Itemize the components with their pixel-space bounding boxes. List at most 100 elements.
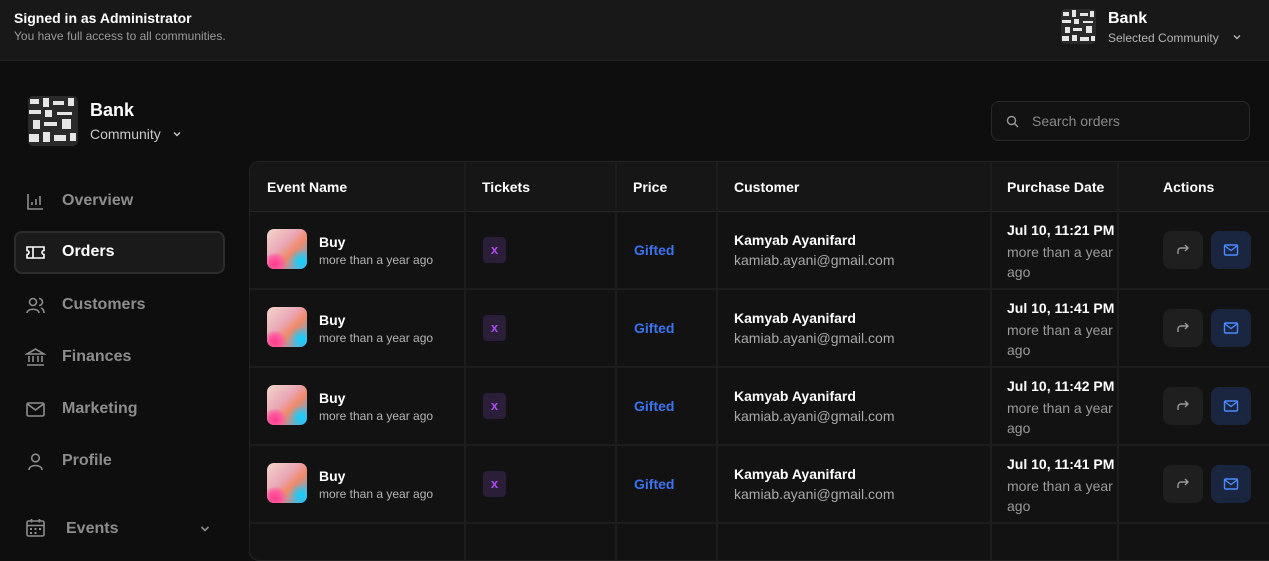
event-thumbnail [267, 307, 307, 347]
column-header-price[interactable]: Price [633, 179, 667, 195]
calendar-icon [26, 519, 45, 537]
price-value: Gifted [634, 398, 675, 414]
forward-icon [1177, 478, 1189, 488]
customer-name: Kamyab Ayanifard [734, 466, 856, 482]
customer-email: kamiab.ayani@gmail.com [734, 486, 895, 502]
purchase-relative: more than a year ago [1007, 244, 1113, 280]
forward-icon [1177, 244, 1189, 254]
sidebar-item-events[interactable]: Events [14, 506, 225, 549]
table-row[interactable]: Buy more than a year ago x Gifted Kamyab… [250, 368, 1269, 446]
price-value: Gifted [634, 320, 675, 336]
email-button[interactable] [1211, 231, 1251, 269]
mail-icon [1223, 244, 1239, 256]
price-value: Gifted [634, 242, 675, 258]
email-button[interactable] [1211, 465, 1251, 503]
sidebar-item-label: Events [66, 520, 119, 537]
ticket-badge: x [483, 237, 506, 263]
event-name: Buy [319, 312, 346, 328]
sidebar-item-label: Overview [62, 192, 134, 209]
purchase-date: Jul 10, 11:41 PM [1007, 456, 1115, 472]
forward-button[interactable] [1163, 309, 1203, 347]
forward-icon [1177, 400, 1189, 410]
table-row[interactable]: Buy more than a year ago x Gifted Kamyab… [250, 212, 1269, 290]
column-header-event-name[interactable]: Event Name [267, 179, 347, 195]
community-avatar [1061, 9, 1096, 44]
ticket-badge: x [483, 393, 506, 419]
customer-name: Kamyab Ayanifard [734, 232, 856, 248]
column-header-tickets[interactable]: Tickets [482, 179, 530, 195]
sidebar-community-name: Bank [90, 100, 135, 120]
mail-icon [1223, 400, 1239, 412]
customer-email: kamiab.ayani@gmail.com [734, 252, 895, 268]
community-label: Selected Community [1108, 31, 1219, 45]
forward-button[interactable] [1163, 231, 1203, 269]
customer-email: kamiab.ayani@gmail.com [734, 408, 895, 424]
purchase-relative: more than a year ago [1007, 400, 1113, 436]
community-avatar [28, 96, 78, 146]
user-icon [28, 453, 43, 471]
search-box[interactable] [991, 101, 1250, 141]
sidebar-item-orders[interactable]: Orders [14, 231, 225, 274]
forward-icon [1177, 322, 1189, 332]
chart-icon [27, 194, 43, 210]
purchase-date: Jul 10, 11:42 PM [1007, 378, 1115, 394]
community-switcher[interactable]: Bank Selected Community [1061, 9, 1261, 49]
mail-icon [1223, 322, 1239, 334]
table-row[interactable]: Buy more than a year ago x Gifted Kamyab… [250, 446, 1269, 524]
signed-in-text: Signed in as Administrator [14, 10, 192, 26]
event-time: more than a year ago [319, 487, 434, 501]
ticket-icon [26, 246, 45, 259]
event-name: Buy [319, 390, 346, 406]
community-name: Bank [1108, 10, 1148, 27]
sidebar-item-marketing[interactable]: Marketing [14, 388, 225, 431]
email-button[interactable] [1211, 387, 1251, 425]
purchase-date: Jul 10, 11:41 PM [1007, 300, 1115, 316]
sidebar-item-label: Orders [62, 243, 115, 260]
sidebar-community[interactable]: Bank Community [28, 96, 228, 146]
event-thumbnail [267, 385, 307, 425]
customer-name: Kamyab Ayanifard [734, 310, 856, 326]
event-time: more than a year ago [319, 331, 434, 345]
sidebar-community-type: Community [90, 126, 161, 142]
sidebar-item-label: Finances [62, 348, 132, 365]
event-time: more than a year ago [319, 253, 434, 267]
forward-button[interactable] [1163, 465, 1203, 503]
sidebar-item-customers[interactable]: Customers [14, 284, 225, 327]
event-name: Buy [319, 468, 346, 484]
top-bar: Signed in as Administrator You have full… [0, 0, 1269, 61]
forward-button[interactable] [1163, 387, 1203, 425]
mail-icon [1223, 478, 1239, 490]
ticket-badge: x [483, 315, 506, 341]
chevron-down-icon [200, 526, 210, 532]
customer-name: Kamyab Ayanifard [734, 388, 856, 404]
chevron-down-icon [173, 132, 181, 137]
access-note: You have full access to all communities. [14, 29, 226, 43]
table-row[interactable]: Buy more than a year ago x Gifted Kamyab… [250, 290, 1269, 368]
ticket-badge: x [483, 471, 506, 497]
sidebar-item-label: Customers [62, 296, 146, 313]
purchase-relative: more than a year ago [1007, 478, 1113, 514]
sidebar-item-label: Profile [62, 452, 112, 469]
search-icon [1006, 115, 1019, 128]
event-thumbnail [267, 463, 307, 503]
event-time: more than a year ago [319, 409, 434, 423]
chevron-down-icon [1233, 35, 1241, 40]
email-button[interactable] [1211, 309, 1251, 347]
sidebar-item-finances[interactable]: Finances [14, 336, 225, 379]
customer-email: kamiab.ayani@gmail.com [734, 330, 895, 346]
search-input[interactable] [1032, 111, 1232, 131]
orders-table: Event Name Tickets Price Customer Purcha… [249, 161, 1269, 561]
users-icon [26, 297, 45, 314]
price-value: Gifted [634, 476, 675, 492]
sidebar-item-profile[interactable]: Profile [14, 440, 225, 483]
bank-icon [25, 348, 46, 366]
purchase-date: Jul 10, 11:21 PM [1007, 222, 1115, 238]
column-header-customer[interactable]: Customer [734, 179, 799, 195]
event-name: Buy [319, 234, 346, 250]
sidebar-item-overview[interactable]: Overview [14, 180, 225, 223]
event-thumbnail [267, 229, 307, 269]
mail-icon [26, 402, 45, 417]
purchase-relative: more than a year ago [1007, 322, 1113, 358]
column-header-actions: Actions [1163, 179, 1215, 195]
column-header-purchase-date[interactable]: Purchase Date [1007, 179, 1104, 195]
